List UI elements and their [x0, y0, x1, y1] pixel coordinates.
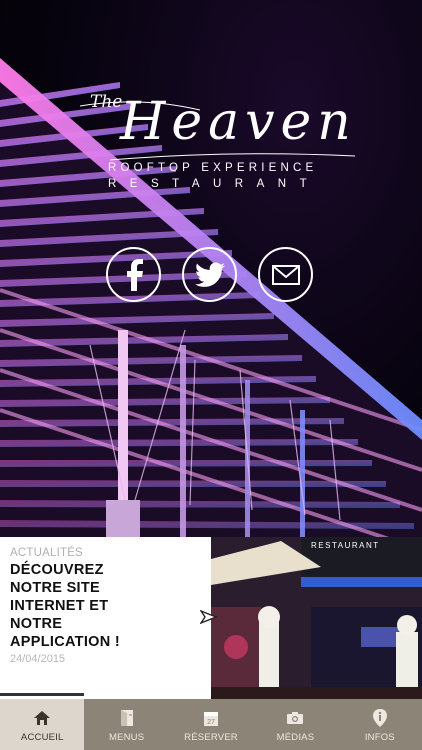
calendar-icon: 27 — [201, 708, 221, 728]
svg-text:27: 27 — [207, 719, 215, 726]
news-headline-line: DÉCOUVREZ — [10, 562, 104, 578]
pergola-slat — [0, 480, 386, 487]
logo-tagline-rooftop: ROOFTOP EXPERIENCE — [108, 162, 318, 174]
carousel-progress — [0, 693, 84, 696]
news-headline: DÉCOUVREZ NOTRE SITE INTERNET ET NOTRE A… — [10, 561, 205, 651]
tab-label: MENUS — [108, 732, 145, 743]
photo-sign-text: RESTAURANT — [311, 541, 380, 550]
news-headline-line: NOTRE SITE — [10, 580, 101, 596]
tab-reserver[interactable]: 27 RÉSERVER — [169, 699, 253, 750]
email-button[interactable] — [258, 247, 313, 302]
news-photo: RESTAURANT — [211, 537, 422, 699]
mail-icon — [271, 264, 300, 285]
tab-label: RÉSERVER — [184, 732, 238, 743]
menu-book-icon — [117, 708, 137, 728]
facebook-icon — [126, 258, 143, 291]
news-card[interactable]: ACTUALITÉS DÉCOUVREZ NOTRE SITE INTERNET… — [0, 537, 422, 699]
twitter-icon — [194, 262, 225, 287]
facebook-button[interactable] — [106, 247, 161, 302]
home-icon — [32, 708, 52, 728]
social-buttons — [106, 247, 316, 303]
arrow-pointer-icon — [199, 609, 218, 625]
tab-infos[interactable]: INFOS — [338, 699, 422, 750]
hero-background: The Heaven ROOFTOP EXPERIENCE RESTAURANT — [0, 0, 422, 537]
news-date: 24/04/2015 — [10, 653, 66, 665]
bottom-tab-bar: ACCUEIL MENUS 27 RÉSERVER MÉDIAS INFOS — [0, 699, 422, 750]
restaurant-photo: RESTAURANT — [211, 537, 422, 699]
tab-label: ACCUEIL — [20, 732, 64, 743]
tab-label: INFOS — [364, 732, 395, 743]
twitter-button[interactable] — [182, 247, 237, 302]
logo-tagline-restaurant: RESTAURANT — [108, 178, 321, 190]
tab-medias[interactable]: MÉDIAS — [253, 699, 337, 750]
tab-accueil[interactable]: ACCUEIL — [0, 699, 85, 750]
tab-menus[interactable]: MENUS — [84, 699, 168, 750]
news-headline-line: INTERNET ET — [10, 598, 109, 614]
news-headline-line: APPLICATION ! — [10, 634, 120, 650]
camera-icon — [285, 708, 305, 728]
news-text: ACTUALITÉS DÉCOUVREZ NOTRE SITE INTERNET… — [10, 547, 205, 665]
tab-label: MÉDIAS — [276, 732, 315, 743]
news-kicker: ACTUALITÉS — [10, 547, 83, 559]
brand-logo: The Heaven ROOFTOP EXPERIENCE RESTAURANT — [80, 92, 370, 202]
info-pin-icon — [370, 708, 390, 728]
next-news-button[interactable] — [199, 609, 218, 630]
news-headline-line: NOTRE — [10, 616, 63, 632]
